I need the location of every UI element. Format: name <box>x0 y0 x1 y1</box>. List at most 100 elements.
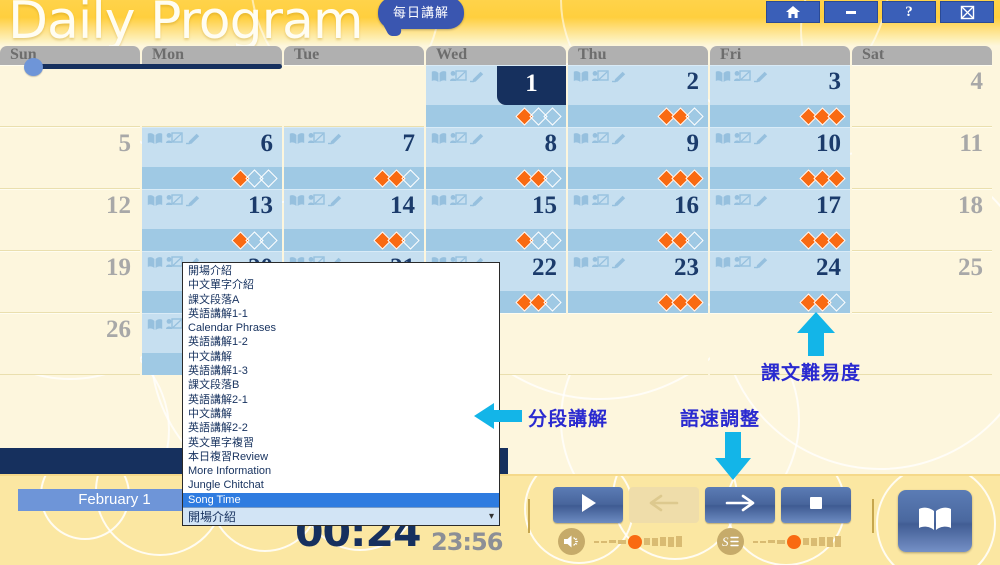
page-title: Daily Program <box>8 0 364 46</box>
calendar-day-header-sat: Sat <box>852 46 992 65</box>
calendar: Sun Mon Tue Wed Thu Fri Sat 1 2 3 4 5 6 7 8 9 10 11 12 13 1… <box>0 46 1000 446</box>
pencil-icon <box>328 132 344 150</box>
difficulty-bar <box>568 167 708 189</box>
difficulty-diamond <box>259 230 278 250</box>
calendar-blank-cell <box>284 65 424 127</box>
segment-option[interactable]: More Information <box>183 464 499 478</box>
calendar-day-number: 24 <box>816 254 841 281</box>
play-button[interactable] <box>553 487 623 523</box>
calendar-day-cell[interactable]: 8 <box>426 127 566 189</box>
book-icon <box>573 70 589 88</box>
stop-button[interactable] <box>781 487 851 523</box>
presentation-icon <box>734 194 751 212</box>
annotation-speed-label: 語速調整 <box>680 408 761 430</box>
difficulty-diamond <box>543 106 562 126</box>
volume-handle[interactable] <box>628 534 642 549</box>
segment-option[interactable]: 英語講解2-1 <box>183 393 499 407</box>
calendar-day-cell[interactable]: 4 <box>852 65 992 127</box>
volume-slider[interactable] <box>558 528 682 555</box>
help-button[interactable]: ? <box>882 1 936 23</box>
calendar-day-cell[interactable]: 18 <box>852 189 992 251</box>
book-button[interactable] <box>898 490 972 552</box>
segment-option[interactable]: 中文講解 <box>183 350 499 364</box>
book-icon <box>289 194 305 212</box>
calendar-day-cell[interactable]: 19 <box>0 251 140 313</box>
calendar-day-cell[interactable]: 14 <box>284 189 424 251</box>
next-button[interactable] <box>705 487 775 523</box>
calendar-day-cell[interactable]: 10 <box>710 127 850 189</box>
segment-option[interactable]: 英語講解2-2 <box>183 421 499 435</box>
calendar-day-cell[interactable]: 17 <box>710 189 850 251</box>
book-icon <box>573 132 589 150</box>
segment-option[interactable]: 英語講解1-3 <box>183 364 499 378</box>
calendar-day-cell[interactable]: 3 <box>710 65 850 127</box>
close-button[interactable] <box>940 1 994 23</box>
segment-option[interactable]: 英語講解1-2 <box>183 335 499 349</box>
seek-handle[interactable] <box>24 58 43 76</box>
speed-slider[interactable]: S <box>717 528 841 555</box>
presentation-icon <box>592 256 609 274</box>
calendar-blank-cell <box>0 65 140 127</box>
difficulty-diamond <box>543 292 562 312</box>
calendar-day-number: 9 <box>686 130 700 157</box>
calendar-day-number: 18 <box>958 192 983 219</box>
calendar-day-cell[interactable]: 11 <box>852 127 992 189</box>
calendar-day-cell[interactable]: 15 <box>426 189 566 251</box>
calendar-day-cell[interactable]: 24 <box>710 251 850 313</box>
difficulty-bar <box>142 167 282 189</box>
volume-track[interactable] <box>594 534 682 549</box>
previous-button[interactable] <box>629 487 699 523</box>
speed-handle[interactable] <box>787 534 801 549</box>
calendar-day-cell[interactable]: 5 <box>0 127 140 189</box>
calendar-day-cell[interactable]: 2 <box>568 65 708 127</box>
segment-select-closed[interactable]: 開場介紹 ▾ <box>183 507 499 526</box>
segment-option[interactable]: 英語講解1-1 <box>183 307 499 321</box>
calendar-day-number: 10 <box>816 130 841 157</box>
calendar-day-cell[interactable]: 7 <box>284 127 424 189</box>
speaker-icon <box>558 528 585 555</box>
difficulty-diamond <box>685 168 704 188</box>
calendar-day-cell[interactable]: 6 <box>142 127 282 189</box>
minimize-button[interactable] <box>824 1 878 23</box>
segment-option[interactable]: 英文單字複習 <box>183 436 499 450</box>
difficulty-diamond <box>543 230 562 250</box>
segment-option[interactable]: 課文段落A <box>183 293 499 307</box>
calendar-day-cell[interactable]: 23 <box>568 251 708 313</box>
segment-option[interactable]: Song Time <box>183 492 499 508</box>
segment-option[interactable]: 中文講解 <box>183 407 499 421</box>
calendar-day-cell[interactable]: 13 <box>142 189 282 251</box>
calendar-blank-cell <box>568 313 708 375</box>
pencil-icon <box>186 132 202 150</box>
calendar-day-number: 16 <box>674 192 699 219</box>
divider-left <box>528 499 530 533</box>
cell-icon-group <box>573 256 628 274</box>
home-button[interactable] <box>766 1 820 23</box>
calendar-blank-cell <box>142 65 282 127</box>
segment-option[interactable]: 本日複習Review <box>183 450 499 464</box>
calendar-day-number: 22 <box>532 254 557 281</box>
presentation-icon <box>450 132 467 150</box>
calendar-day-cell[interactable]: 25 <box>852 251 992 313</box>
segment-option[interactable]: Calendar Phrases <box>183 321 499 335</box>
speed-track[interactable] <box>753 534 841 549</box>
book-icon <box>147 194 163 212</box>
segment-option[interactable]: 課文段落B <box>183 378 499 392</box>
calendar-day-cell[interactable]: 9 <box>568 127 708 189</box>
book-icon <box>147 318 163 336</box>
cell-icon-group <box>715 132 770 150</box>
calendar-day-cell[interactable]: 16 <box>568 189 708 251</box>
calendar-day-number: 11 <box>959 130 983 157</box>
pencil-icon <box>754 132 770 150</box>
difficulty-diamond <box>827 230 846 250</box>
segment-option[interactable]: Jungle Chitchat <box>183 478 499 492</box>
segment-dropdown[interactable]: 開場介紹 中文單字介紹 課文段落A 英語講解1-1 Calendar Phrases 英語… <box>182 262 500 527</box>
calendar-day-cell[interactable]: 26 <box>0 313 140 375</box>
calendar-day-cell[interactable]: 1 <box>426 65 566 127</box>
seek-bar[interactable] <box>24 58 282 76</box>
difficulty-diamond <box>401 230 420 250</box>
calendar-day-cell[interactable]: 12 <box>0 189 140 251</box>
cell-icon-group <box>147 132 202 150</box>
segment-option[interactable]: 開場介紹 <box>183 264 499 278</box>
segment-option[interactable]: 中文單字介紹 <box>183 278 499 292</box>
book-icon <box>431 70 447 88</box>
